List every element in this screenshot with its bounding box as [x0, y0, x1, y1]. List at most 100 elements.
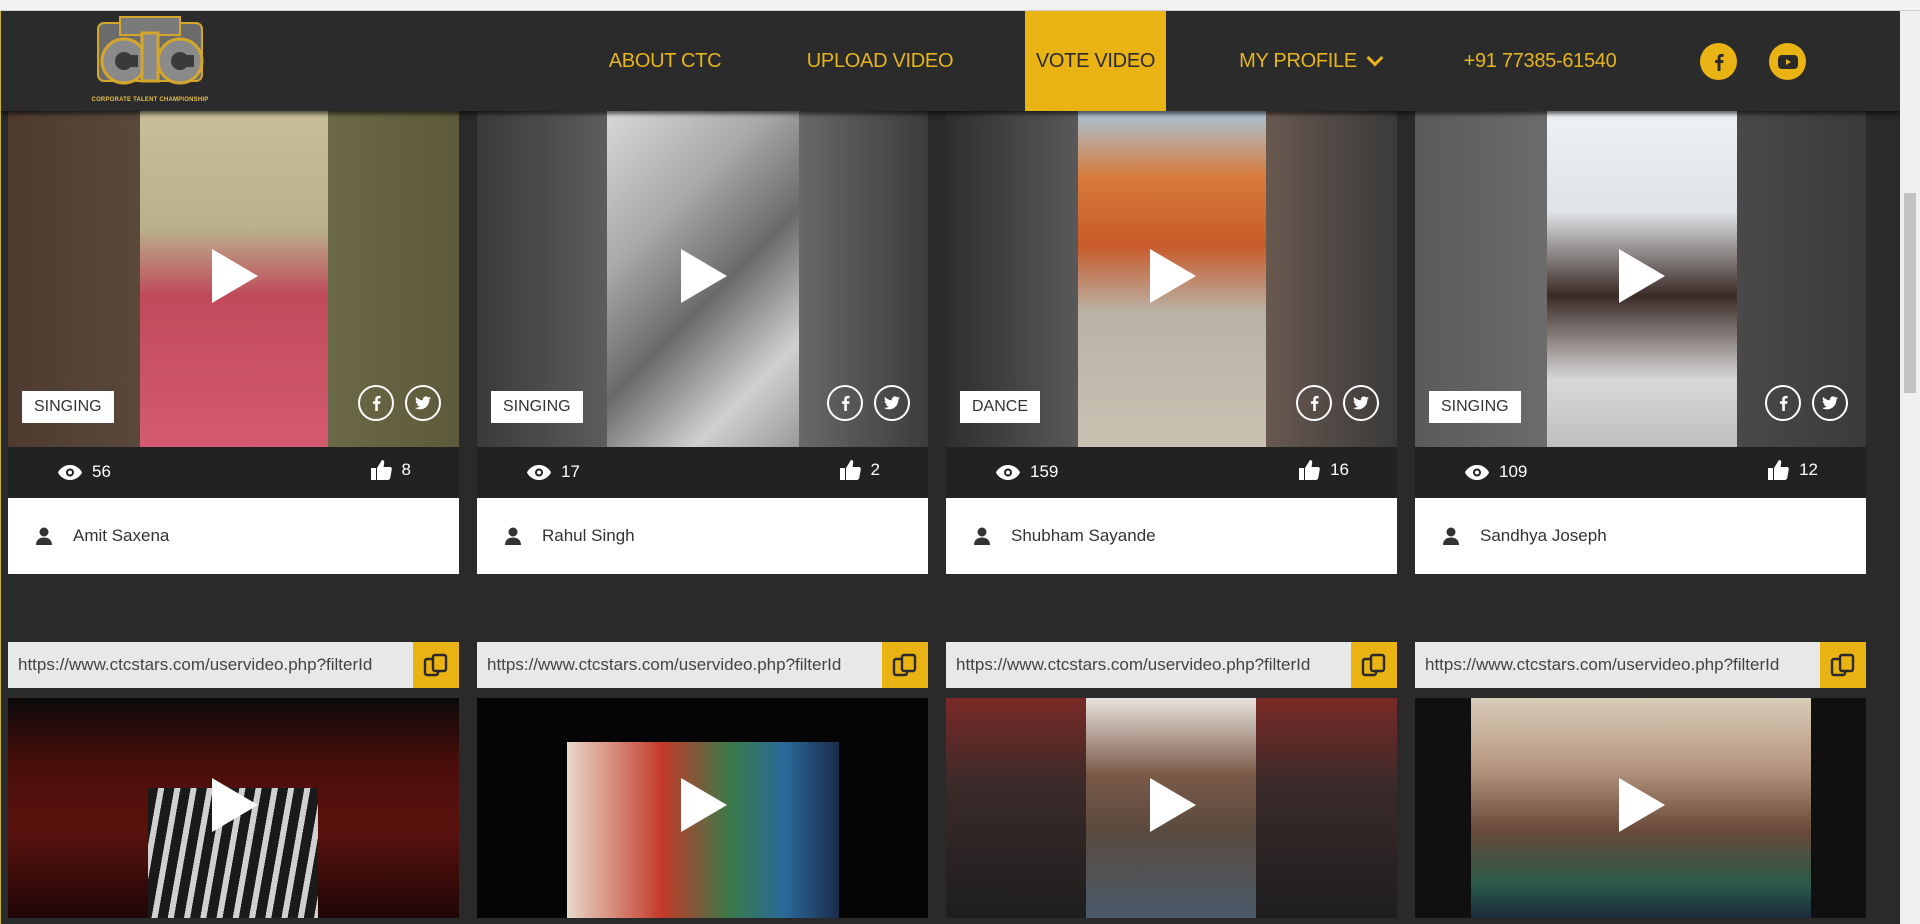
- like-count-value: 2: [870, 460, 880, 479]
- nav-upload-video[interactable]: UPLOAD VIDEO: [795, 11, 965, 111]
- share-facebook-button[interactable]: [1765, 385, 1801, 421]
- play-button[interactable]: [1149, 249, 1196, 303]
- share-url-row: [8, 642, 459, 688]
- nav-my-profile[interactable]: MY PROFILE: [1230, 11, 1390, 111]
- user-icon: [1443, 527, 1459, 545]
- video-stats: 56 8: [8, 447, 459, 498]
- page-left-edge: [0, 11, 1, 924]
- copy-icon: [1830, 653, 1855, 677]
- category-badge: SINGING: [491, 391, 583, 423]
- video-thumbnail[interactable]: [477, 698, 928, 918]
- video-thumbnail[interactable]: DANCE: [946, 111, 1397, 447]
- category-badge: SINGING: [22, 391, 114, 423]
- view-count-value: 159: [1030, 462, 1059, 481]
- share-twitter-button[interactable]: [874, 385, 910, 421]
- like-count[interactable]: 8: [370, 460, 411, 480]
- view-count: 109: [1465, 462, 1527, 482]
- video-thumbnail[interactable]: [946, 698, 1397, 918]
- share-facebook-button[interactable]: [827, 385, 863, 421]
- share-twitter-button[interactable]: [1343, 385, 1379, 421]
- view-count-value: 17: [561, 462, 580, 481]
- scrollbar-thumb[interactable]: [1904, 193, 1916, 393]
- view-count: 56: [58, 462, 111, 482]
- view-count-value: 109: [1499, 462, 1528, 481]
- user-icon: [974, 527, 990, 545]
- browser-top-strip: [0, 0, 1920, 11]
- twitter-icon: [884, 396, 900, 410]
- youtube-icon: [1777, 54, 1798, 69]
- share-twitter-button[interactable]: [405, 385, 441, 421]
- uploader-name-panel: Amit Saxena: [8, 498, 459, 574]
- nav-about-ctc[interactable]: ABOUT CTC: [595, 11, 735, 111]
- play-button[interactable]: [211, 249, 258, 303]
- uploader-name: Sandhya Joseph: [1480, 526, 1607, 545]
- eye-icon: [1465, 464, 1489, 480]
- play-button[interactable]: [211, 778, 258, 832]
- share-url-field[interactable]: [1415, 642, 1820, 688]
- copy-url-button[interactable]: [413, 642, 459, 688]
- video-stats: 159 16: [946, 447, 1397, 498]
- play-button[interactable]: [680, 249, 727, 303]
- share-url-row: [946, 642, 1397, 688]
- thumbs-up-icon: [1299, 460, 1320, 480]
- category-badge: DANCE: [960, 391, 1041, 423]
- play-button[interactable]: [1618, 778, 1665, 832]
- nav-phone-number[interactable]: +91 77385-61540: [1455, 11, 1625, 111]
- thumbs-up-icon: [370, 460, 392, 480]
- twitter-icon: [1822, 396, 1838, 410]
- video-stats: 109 12: [1415, 447, 1866, 498]
- eye-icon: [58, 464, 82, 480]
- twitter-icon: [1353, 396, 1369, 410]
- page-scrollbar[interactable]: [1900, 11, 1920, 924]
- copy-url-button[interactable]: [882, 642, 928, 688]
- thumbs-up-icon: [1768, 460, 1789, 480]
- copy-url-button[interactable]: [1351, 642, 1397, 688]
- share-facebook-button[interactable]: [358, 385, 394, 421]
- video-stats: 17 2: [477, 447, 928, 498]
- uploader-name: Rahul Singh: [542, 526, 635, 545]
- share-url-field[interactable]: [8, 642, 413, 688]
- view-count: 159: [996, 462, 1058, 482]
- facebook-icon: [1310, 395, 1319, 411]
- site-header: CORPORATE TALENT CHAMPIONSHIP ABOUT CTC …: [0, 11, 1900, 111]
- video-thumbnail[interactable]: SINGING: [477, 111, 928, 447]
- copy-url-button[interactable]: [1820, 642, 1866, 688]
- like-count-value: 12: [1799, 460, 1818, 479]
- share-url-field[interactable]: [946, 642, 1351, 688]
- like-count[interactable]: 2: [839, 460, 880, 480]
- play-button[interactable]: [1618, 249, 1665, 303]
- logo-tagline: CORPORATE TALENT CHAMPIONSHIP: [91, 97, 209, 103]
- page: CORPORATE TALENT CHAMPIONSHIP ABOUT CTC …: [0, 11, 1900, 924]
- copy-icon: [892, 653, 917, 677]
- share-twitter-button[interactable]: [1812, 385, 1848, 421]
- copy-icon: [1361, 653, 1386, 677]
- video-thumbnail[interactable]: [8, 698, 459, 918]
- share-facebook-button[interactable]: [1296, 385, 1332, 421]
- uploader-name-panel: Sandhya Joseph: [1415, 498, 1866, 574]
- uploader-name-panel: Shubham Sayande: [946, 498, 1397, 574]
- facebook-icon: [1714, 53, 1724, 71]
- play-button[interactable]: [680, 778, 727, 832]
- share-url-row: [477, 642, 928, 688]
- copy-icon: [423, 653, 448, 677]
- facebook-icon: [841, 395, 850, 411]
- uploader-name: Amit Saxena: [73, 526, 170, 545]
- play-button[interactable]: [1149, 778, 1196, 832]
- like-count[interactable]: 16: [1299, 460, 1349, 480]
- like-count-value: 8: [401, 460, 411, 479]
- facebook-button[interactable]: [1700, 43, 1737, 80]
- like-count[interactable]: 12: [1768, 460, 1818, 480]
- video-thumbnail[interactable]: SINGING: [1415, 111, 1866, 447]
- chevron-down-icon: [1366, 49, 1384, 66]
- youtube-button[interactable]: [1769, 43, 1806, 80]
- ctc-logo[interactable]: CORPORATE TALENT CHAMPIONSHIP: [80, 15, 220, 107]
- facebook-icon: [372, 395, 381, 411]
- thumbs-up-icon: [839, 460, 861, 480]
- video-thumbnail[interactable]: [1415, 698, 1866, 918]
- share-url-field[interactable]: [477, 642, 882, 688]
- uploader-name: Shubham Sayande: [1011, 526, 1156, 545]
- eye-icon: [996, 464, 1020, 480]
- view-count: 17: [527, 462, 580, 482]
- nav-vote-video[interactable]: VOTE VIDEO: [1025, 11, 1166, 111]
- video-thumbnail[interactable]: SINGING: [8, 111, 459, 447]
